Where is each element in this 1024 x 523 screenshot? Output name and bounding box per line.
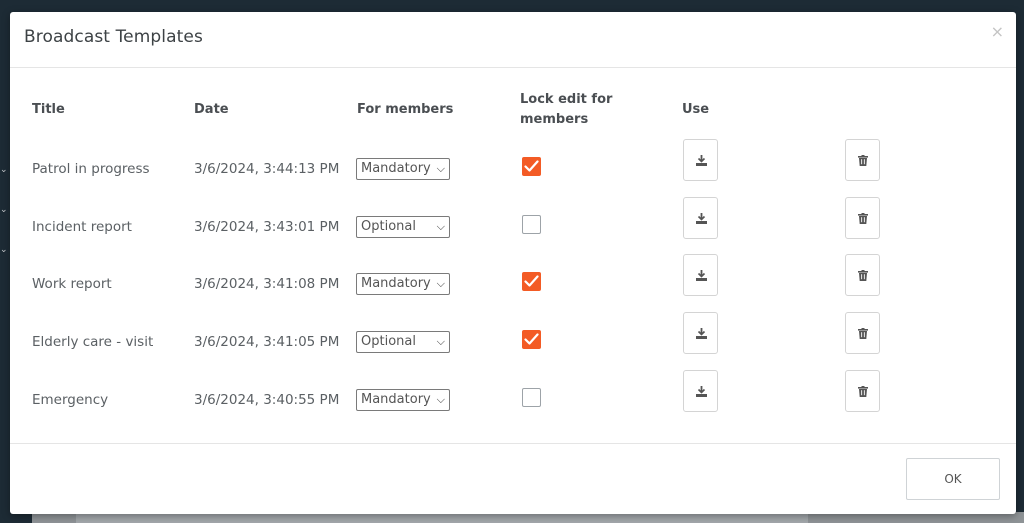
chevron-down-icon: ⌵: [436, 277, 445, 290]
close-icon[interactable]: ×: [991, 22, 1004, 41]
template-date: 3/6/2024, 3:44:13 PM: [194, 161, 340, 177]
ok-button[interactable]: OK: [906, 458, 1000, 500]
use-template-button[interactable]: [683, 197, 718, 239]
download-icon: [696, 155, 707, 166]
modal-title: Broadcast Templates: [24, 27, 203, 47]
download-icon: [696, 270, 707, 281]
template-title: Elderly care - visit: [32, 334, 154, 350]
trash-icon: [858, 213, 868, 224]
for-members-value: Mandatory: [361, 392, 431, 407]
template-date: 3/6/2024, 3:41:08 PM: [194, 276, 340, 292]
use-template-button[interactable]: [683, 312, 718, 354]
templates-table: Title Date For members Lock edit for mem…: [10, 68, 1016, 444]
check-icon: [524, 333, 539, 345]
column-header-lock-edit: Lock edit for members: [520, 90, 612, 130]
column-header-use: Use: [682, 102, 710, 117]
lock-edit-checkbox[interactable]: [522, 215, 541, 234]
chevron-down-icon: ⌵: [436, 393, 445, 406]
chevron-down-icon: ⌄: [0, 165, 8, 175]
use-template-button[interactable]: [683, 139, 718, 181]
check-icon: [524, 160, 539, 172]
template-title: Emergency: [32, 392, 109, 408]
chevron-down-icon: ⌄: [0, 205, 8, 215]
check-icon: [524, 275, 539, 287]
trash-icon: [858, 386, 868, 397]
template-date: 3/6/2024, 3:40:55 PM: [194, 392, 340, 408]
download-icon: [696, 328, 707, 339]
chevron-down-icon: ⌵: [436, 220, 445, 233]
template-date: 3/6/2024, 3:41:05 PM: [194, 334, 340, 350]
delete-template-button[interactable]: [845, 312, 880, 354]
trash-icon: [858, 155, 868, 166]
for-members-select[interactable]: Optional ⌵: [356, 216, 450, 238]
chevron-down-icon: ⌵: [436, 335, 445, 348]
delete-template-button[interactable]: [845, 370, 880, 412]
template-title: Patrol in progress: [32, 161, 150, 177]
for-members-value: Optional: [361, 334, 416, 349]
template-title: Incident report: [32, 219, 132, 235]
for-members-select[interactable]: Mandatory ⌵: [356, 158, 450, 180]
delete-template-button[interactable]: [845, 139, 880, 181]
delete-template-button[interactable]: [845, 197, 880, 239]
download-icon: [696, 386, 707, 397]
side-chevrons: ⌄ ⌄ ⌄: [0, 150, 10, 270]
trash-icon: [858, 328, 868, 339]
lock-edit-checkbox[interactable]: [522, 388, 541, 407]
template-date: 3/6/2024, 3:43:01 PM: [194, 219, 340, 235]
chevron-down-icon: ⌄: [0, 245, 8, 255]
for-members-value: Mandatory: [361, 161, 431, 176]
for-members-value: Optional: [361, 219, 416, 234]
lock-edit-checkbox[interactable]: [522, 272, 541, 291]
for-members-select[interactable]: Mandatory ⌵: [356, 389, 450, 411]
column-header-lock-edit-line1: Lock edit for: [520, 92, 613, 107]
delete-template-button[interactable]: [845, 254, 880, 296]
for-members-select[interactable]: Mandatory ⌵: [356, 273, 450, 295]
for-members-value: Mandatory: [361, 276, 431, 291]
lock-edit-checkbox[interactable]: [522, 330, 541, 349]
use-template-button[interactable]: [683, 370, 718, 412]
column-header-lock-edit-line2: members: [520, 112, 589, 127]
table-row: Emergency 3/6/2024, 3:40:55 PM Mandatory…: [10, 370, 1016, 448]
lock-edit-checkbox[interactable]: [522, 157, 541, 176]
chevron-down-icon: ⌵: [436, 162, 445, 175]
modal-header: Broadcast Templates ×: [10, 12, 1016, 68]
column-header-title: Title: [32, 102, 65, 117]
for-members-select[interactable]: Optional ⌵: [356, 331, 450, 353]
column-header-for-members: For members: [357, 102, 454, 117]
template-title: Work report: [32, 276, 112, 292]
download-icon: [696, 213, 707, 224]
use-template-button[interactable]: [683, 254, 718, 296]
column-header-date: Date: [194, 102, 229, 117]
broadcast-templates-modal: Broadcast Templates × Title Date For mem…: [10, 12, 1016, 514]
trash-icon: [858, 270, 868, 281]
